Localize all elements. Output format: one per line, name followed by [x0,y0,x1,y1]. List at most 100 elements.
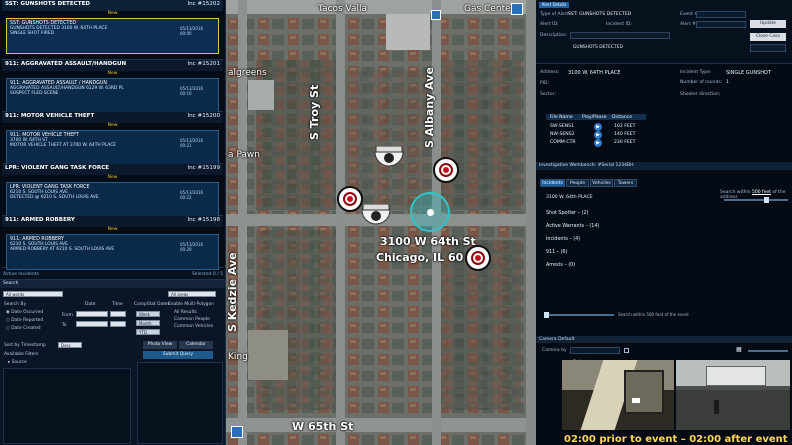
incident-location-marker[interactable] [410,192,450,232]
compstat-month[interactable]: Month [136,320,160,326]
alert-card[interactable]: 911: MOTOR VEHICLE THEFT Inc #15200 New 911… [2,112,223,166]
alert-id-label: Alert ID: [540,22,559,27]
close-case-button[interactable]: Close Case [750,33,786,41]
rounds-value: 1 [726,80,729,85]
incident-type-label: Incident Type: [680,70,712,75]
alert-time: 00:10 [180,90,192,96]
compstat-label: CompStat Dates [134,302,170,307]
workbench-item[interactable]: Active Warrants – (14) [546,224,599,229]
alerts-footer: Active Incidents Selected 0 / 5 [0,271,225,279]
tab-vehicles[interactable]: Vehicles [590,179,613,187]
from-date-field[interactable] [76,311,108,317]
compstat-ytd[interactable]: YTD [136,329,160,335]
sensor-col-distance: Distance [612,115,633,120]
camera-zoom-slider[interactable] [748,350,788,352]
camera-feed-after[interactable] [676,360,790,430]
alert-card[interactable]: LPR: VIOLENT GANG TASK FORCE Inc #15199 Ne… [2,164,223,218]
sensor-distance: 140 FEET [614,132,636,137]
date-created-radio[interactable]: ○ Date Created [6,326,41,331]
date-occurred-radio[interactable]: ◉ Date Occurred [6,310,43,315]
workbench-item[interactable]: Arrests – (0) [546,263,575,268]
compstat-week[interactable]: Week [136,311,160,317]
camera-option-1[interactable] [624,348,629,353]
poi-gas-center: Gas Center [464,4,515,14]
to-time-field[interactable] [110,321,126,327]
incident-section [536,64,792,160]
from-label: From [62,313,73,318]
camera-icon[interactable] [359,204,393,226]
common-vehicles-label[interactable]: Common Vehicles [174,324,213,329]
alert-summary[interactable]: 911: ARMED ROBBERY 6210 S. SOUTH LOUIS AV… [6,234,219,270]
status-field[interactable] [750,44,786,52]
to-label: To [62,323,67,328]
bottom-slider[interactable] [544,312,614,318]
radius-slider[interactable] [724,197,788,203]
poi-tacos-valla: Tacos Valla [318,4,368,14]
alert-details-tab[interactable]: Alert Details [539,2,569,8]
camera-caption: 02:00 prior to event – 02:00 after event [564,434,788,445]
filters-pane [3,368,131,444]
workbench-item[interactable]: Shot Spotter – (2) [546,211,588,216]
to-date-field[interactable] [76,321,108,327]
all-words-select[interactable]: All words [3,291,63,297]
workbench-address: 3100 W. 64th PLACE [546,195,593,200]
map-view[interactable]: Tacos Valla Gas Center algreens a Pawn K… [226,0,536,445]
all-results-label[interactable]: All Results [174,310,197,315]
submit-query-button[interactable]: Submit Query [143,351,213,359]
sensor-col-file: File Name [550,115,573,120]
grid-icon[interactable]: ▦ [736,347,744,354]
workbench-item[interactable]: Incidents – (4) [546,237,580,242]
available-filters-label: Available Filters [4,352,39,357]
alert-status: New [107,227,118,232]
camera-title: Camera Default [536,336,792,343]
play-icon[interactable]: ▶ [594,123,602,131]
sensor-distance: 230 FEET [614,140,636,145]
from-time-field[interactable] [110,311,126,317]
camera-feed-prior[interactable] [562,360,674,430]
alert-num-label: Alert #: [680,22,698,27]
calendar-button[interactable]: Calendar [179,341,213,349]
photo-view-button[interactable]: Photo View [143,341,177,349]
camera-icon[interactable] [372,146,406,168]
update-button[interactable]: Update [750,20,786,28]
workbench-item[interactable]: 911 – (6) [546,250,567,255]
poi-pawn: a Pawn [228,150,260,160]
source-filter[interactable]: ▸ Source [8,360,27,365]
play-icon[interactable]: ▶ [594,131,602,139]
type-of-alert-value: SST: GUNSHOTS DETECTED [568,12,632,17]
play-icon[interactable]: ▶ [594,139,602,147]
rounds-label: Number of rounds: [680,80,723,85]
event-field[interactable] [696,11,746,18]
all-areas-select[interactable]: All areas [168,291,216,297]
tab-people[interactable]: People [566,179,589,187]
alert-card[interactable]: 911: ARMED ROBBERY Inc #15198 New 911: ARME… [2,216,223,270]
common-people-label[interactable]: Common People [174,317,210,322]
transit-icon [231,426,243,438]
camera-select[interactable]: Select [570,347,620,365]
gunshot-sensor-pin[interactable] [433,157,459,183]
alert-header: SST: GUNSHOTS DETECTED Inc #15202 [2,0,223,11]
tab-towers[interactable]: Towers [614,179,637,187]
alert-summary[interactable]: SST: GUNSHOTS DETECTED GUNSHOTS DETECTED … [6,18,219,54]
alerts-panel: SST: GUNSHOTS DETECTED Inc #15202 New SST: … [0,0,226,445]
map-address-line1: 3100 W 64th St [380,235,476,248]
alert-num-field[interactable] [696,21,746,28]
tab-incidents[interactable]: Incidents [540,179,565,187]
pid-label: PID: [540,81,550,86]
alert-card[interactable]: SST: GUNSHOTS DETECTED Inc #15202 New SST: … [2,0,223,60]
enable-polygon-label[interactable]: Enable Multi-Polygon [168,302,214,307]
alert-summary[interactable]: 911: MOTOR VEHICLE THEFT 3700 W. 64TH ST M… [6,130,219,166]
alert-header-title: 911: AGGRAVATED ASSAULT/HANDGUN [5,61,127,67]
street-kedzie: S Kedzie Ave [226,252,239,332]
street-troy: S Troy St [308,84,321,140]
sort-select[interactable]: Desc [58,342,82,348]
date-reported-radio[interactable]: ○ Date Reported [6,318,43,323]
address-value: 3100 W. 64TH PLACE [568,70,621,76]
alert-card[interactable]: 911: AGGRAVATED ASSAULT/HANDGUN Inc #1520… [2,60,223,114]
alert-summary[interactable]: 911: AGGRAVATED ASSAULT / HANDGUN AGGRAVA… [6,78,219,114]
sensor-distance: 102 FEET [614,124,636,129]
incident-id-label: Incident ID: [606,22,632,27]
alert-summary[interactable]: LPR: VIOLENT GANG TASK FORCE 6210 S. SOUT… [6,182,219,218]
gunshot-sensor-pin[interactable] [465,245,491,271]
description-field[interactable]: GUNSHOTS DETECTED [570,32,670,50]
